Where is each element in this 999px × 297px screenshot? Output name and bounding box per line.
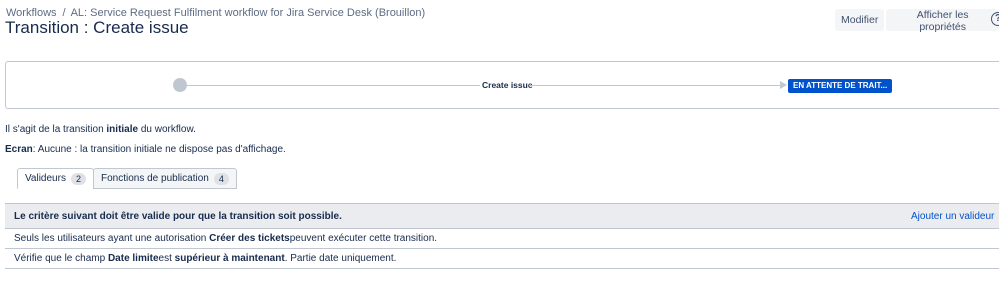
tab-post-functions-count-badge: 4 [213, 172, 229, 185]
note-suffix: du workflow. [138, 124, 196, 135]
tab-validators-label: Valideurs [25, 173, 66, 184]
transition-line-end [529, 85, 781, 86]
tab-bar: Valideurs 2 Fonctions de publication 4 [17, 168, 237, 189]
transition-label: Create issue [482, 80, 533, 90]
tab-post-functions[interactable]: Fonctions de publication 4 [92, 168, 237, 189]
note-prefix: Il s'agit de la transition [5, 124, 107, 135]
help-icon[interactable]: ? [991, 12, 999, 26]
validator-text-suffix: peuvent exécuter cette transition. [289, 233, 438, 244]
screen-label: Ecran [5, 144, 33, 155]
add-validator-link[interactable]: Ajouter un valideur [911, 211, 994, 222]
validators-header-text: Le critère suivant doit être valide pour… [14, 210, 342, 222]
validator-text: Vérifie que le champ [14, 253, 106, 264]
show-properties-button[interactable]: Afficher les propriétés [886, 9, 999, 33]
initial-transition-note: Il s'agit de la transition initiale du w… [5, 124, 196, 135]
validator-row: Vérifie que le champ Date limite est sup… [5, 249, 999, 269]
validator-text-suffix: . Partie date uniquement. [284, 253, 397, 264]
validator-field: Date limite [107, 253, 159, 264]
validator-row: Seuls les utilisateurs ayant une autoris… [5, 229, 999, 249]
validator-permission: Créer des tickets [209, 233, 290, 244]
transition-diagram: Create issue EN ATTENTE DE TRAIT... [5, 61, 999, 109]
validators-panel: Le critère suivant doit être valide pour… [5, 203, 999, 269]
initial-node-icon [173, 78, 187, 92]
transition-line-start [187, 85, 480, 86]
edit-button[interactable]: Modifier [835, 9, 885, 31]
tab-validators-count-badge: 2 [70, 172, 86, 185]
screen-value: : Aucune : la transition initiale ne dis… [32, 144, 286, 155]
transition-page: Workflows / AL: Service Request Fulfilment… [0, 0, 999, 297]
tab-validators[interactable]: Valideurs 2 [17, 168, 94, 189]
tab-post-functions-label: Fonctions de publication [100, 173, 209, 184]
header-actions: Modifier Afficher les propriétés [835, 9, 999, 33]
validator-text: Seuls les utilisateurs ayant une autoris… [14, 233, 207, 244]
status-lozenge[interactable]: EN ATTENTE DE TRAIT... [788, 79, 893, 93]
note-bold: initiale [106, 124, 139, 135]
validator-condition: supérieur à maintenant [174, 253, 285, 264]
page-title: Transition : Create issue [5, 18, 189, 37]
validators-panel-header: Le critère suivant doit être valide pour… [5, 203, 999, 229]
arrow-head-icon [780, 81, 787, 89]
screen-note: Ecran: Aucune : la transition initiale n… [5, 144, 286, 155]
validator-text-middle: est [158, 253, 172, 264]
